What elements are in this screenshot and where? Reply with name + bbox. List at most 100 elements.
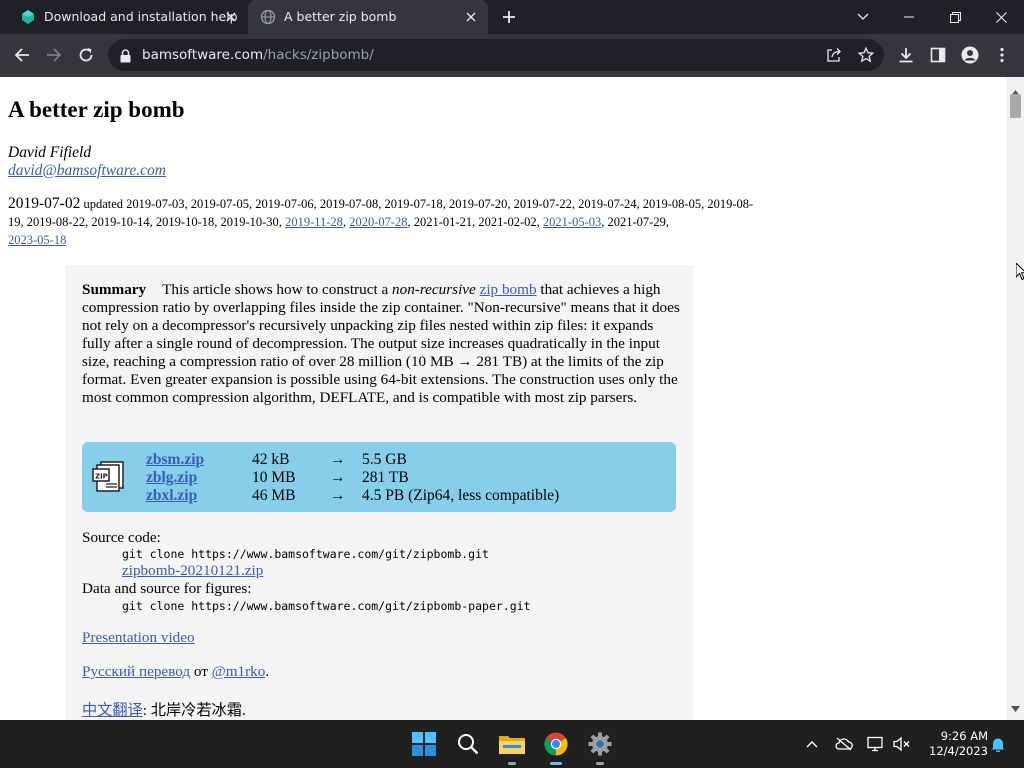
plus-icon [503,11,515,23]
speaker-muted-icon [893,736,910,752]
download-link[interactable]: zblg.zip [146,469,197,487]
chinese-translation-text: : 北岸冷若冰霜. [142,702,246,719]
blue-gem-icon [20,9,36,25]
file-explorer-button[interactable] [496,728,528,765]
publish-date: 2019-07-02 [8,195,81,212]
show-hidden-icons-button[interactable] [802,734,822,754]
star-icon [858,47,874,63]
page-title: A better zip bomb [8,97,185,122]
arrow: → [330,469,346,486]
system-clock[interactable]: 9:26 AM 12/4/2023 [918,729,988,759]
summary-text: that achieves a high compression ratio b… [82,281,680,406]
tab-close-icon[interactable] [462,8,480,26]
reload-icon [79,48,93,62]
mouse-cursor-icon [1015,261,1024,285]
cloud-off-icon [835,737,853,751]
summary-emphasis: non-recursive [392,281,476,298]
chinese-translation-link[interactable]: 中文翻译 [82,702,143,719]
chrome-icon [544,732,568,756]
tab-zip-bomb[interactable]: A better zip bomb [248,0,488,34]
minimize-button[interactable] [886,0,932,34]
zip-file-icon: ZIP [92,460,126,498]
address-bar[interactable]: bamsoftware.com/hacks/zipbomb/ [108,39,884,71]
russian-translation-link[interactable]: Русский перевод [82,663,190,680]
uncompressed-size: 4.5 PB (Zip64, less compatible) [362,487,560,504]
windows-start-icon [412,732,436,756]
bookmark-button[interactable] [856,45,876,65]
url-path: /hacks/zipbomb/ [263,47,374,63]
restore-icon [949,11,961,23]
minimize-icon [904,16,914,18]
lock-icon [120,48,131,67]
download-link[interactable]: zbxl.zip [146,487,197,505]
reload-button[interactable] [72,41,100,69]
translation-by: от [193,663,208,680]
update-link[interactable]: 2021-05-03 [543,215,601,229]
search-icon [458,734,479,755]
arrow-left-icon [14,48,29,62]
summary-paragraph: Summary This article shows how to constru… [82,281,682,407]
downloads-box: ZIP zbsm.zip 42 kB → 5.5 GB zblg.zip 10 … [82,442,676,512]
network-monitor-icon [867,736,883,752]
updates-line-2-end: 2021-07-29, [607,215,669,229]
running-indicator [596,762,604,765]
download-link[interactable]: zbsm.zip [146,451,204,469]
source-zip-link[interactable]: zipbomb-20210121.zip [122,562,263,580]
active-indicator [550,762,562,765]
zip-bomb-link[interactable]: zip bomb [480,281,537,298]
back-button[interactable] [8,41,36,69]
figures-label: Data and source for figures: [82,580,252,597]
chevron-down-icon [857,13,869,20]
scroll-down-arrow-icon[interactable] [1011,697,1020,716]
tab-search-button[interactable] [840,0,886,34]
taskbar: 9:26 AM 12/4/2023 [0,720,1024,768]
globe-icon [260,9,276,25]
update-link[interactable]: 2023-05-18 [8,233,66,247]
profile-button[interactable] [956,41,984,69]
figures-git-command: git clone https://www.bamsoftware.com/gi… [122,599,531,613]
side-panel-button[interactable] [924,41,952,69]
close-window-button[interactable] [978,0,1024,34]
chinese-translation-line: 中文翻译: 北岸冷若冰霜. [82,698,246,720]
share-button[interactable] [824,45,844,65]
vertical-scrollbar[interactable] [1007,77,1024,720]
scrollbar-thumb[interactable] [1010,94,1021,118]
file-explorer-icon [499,736,525,754]
update-link[interactable]: 2019-11-28 [285,215,343,229]
updates-line-2-mid: 2021-01-21, 2021-02-02, [413,215,540,229]
author-email-link[interactable]: david@bamsoftware.com [8,162,166,180]
taskbar-search-button[interactable] [452,728,484,760]
presentation-video-link[interactable]: Presentation video [82,629,195,646]
browser-toolbar: bamsoftware.com/hacks/zipbomb/ [0,34,1024,77]
compressed-size: 10 MB [252,469,296,486]
menu-button[interactable] [988,41,1016,69]
new-tab-button[interactable] [498,6,520,28]
settings-gear-icon [588,732,612,756]
summary-heading: Summary [82,281,147,298]
downloads-button[interactable] [892,41,920,69]
summary-box: Summary This article shows how to constru… [65,265,693,720]
url-host: bamsoftware.com [142,47,264,63]
settings-taskbar-button[interactable] [584,728,616,765]
notifications-button[interactable] [988,734,1008,754]
share-icon [827,48,841,62]
restore-button[interactable] [932,0,978,34]
source-code-label: Source code: [82,529,161,546]
chrome-taskbar-button[interactable] [540,728,572,765]
chevron-up-icon [806,741,818,748]
page-viewport[interactable]: A better zip bomb David Fifield david@ba… [0,77,1024,720]
translator-link[interactable]: @m1rko [212,663,266,680]
tab-close-icon[interactable] [222,8,240,26]
network-button[interactable] [866,734,886,754]
url-text[interactable]: bamsoftware.com/hacks/zipbomb/ [142,47,374,63]
tab-download-help[interactable]: Download and installation help [8,0,248,34]
update-link[interactable]: 2020-07-28 [349,215,407,229]
kebab-menu-icon [1000,47,1004,63]
bell-icon [991,738,1005,752]
close-icon [995,11,1007,23]
start-button[interactable] [408,728,440,760]
volume-button[interactable] [892,734,912,754]
forward-button[interactable] [40,41,68,69]
onedrive-button[interactable] [834,734,854,754]
video-line: Presentation video [82,629,195,647]
